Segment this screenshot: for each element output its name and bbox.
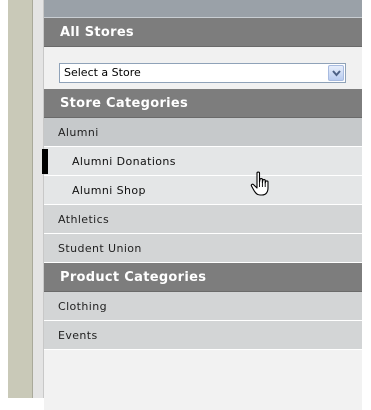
chevron-down-icon[interactable] (328, 65, 344, 81)
left-gutter (8, 0, 33, 398)
store-category-student-union[interactable]: Student Union (44, 234, 362, 263)
store-category-athletics[interactable]: Athletics (44, 205, 362, 234)
store-select-area: Select a Store (44, 47, 362, 89)
product-category-events[interactable]: Events (44, 321, 362, 350)
product-categories-header: Product Categories (44, 263, 362, 292)
store-sidebar: All Stores Select a Store Store Categori… (42, 0, 362, 410)
store-category-alumni[interactable]: Alumni (44, 118, 362, 147)
store-select-value: Select a Store (64, 66, 141, 79)
store-categories-header: Store Categories (44, 89, 362, 118)
product-category-clothing[interactable]: Clothing (44, 292, 362, 321)
sidebar-top-bar (44, 0, 362, 18)
store-category-alumni-donations[interactable]: Alumni Donations (42, 147, 362, 176)
page-edge (0, 0, 8, 398)
sidebar-frame: All Stores Select a Store Store Categori… (0, 0, 371, 410)
all-stores-header: All Stores (44, 18, 362, 47)
store-select[interactable]: Select a Store (59, 63, 346, 83)
left-gutter-inner (33, 0, 44, 398)
sidebar-bottom-fill (44, 350, 362, 410)
store-category-alumni-shop[interactable]: Alumni Shop (44, 176, 362, 205)
hand-pointer-icon (250, 171, 272, 201)
